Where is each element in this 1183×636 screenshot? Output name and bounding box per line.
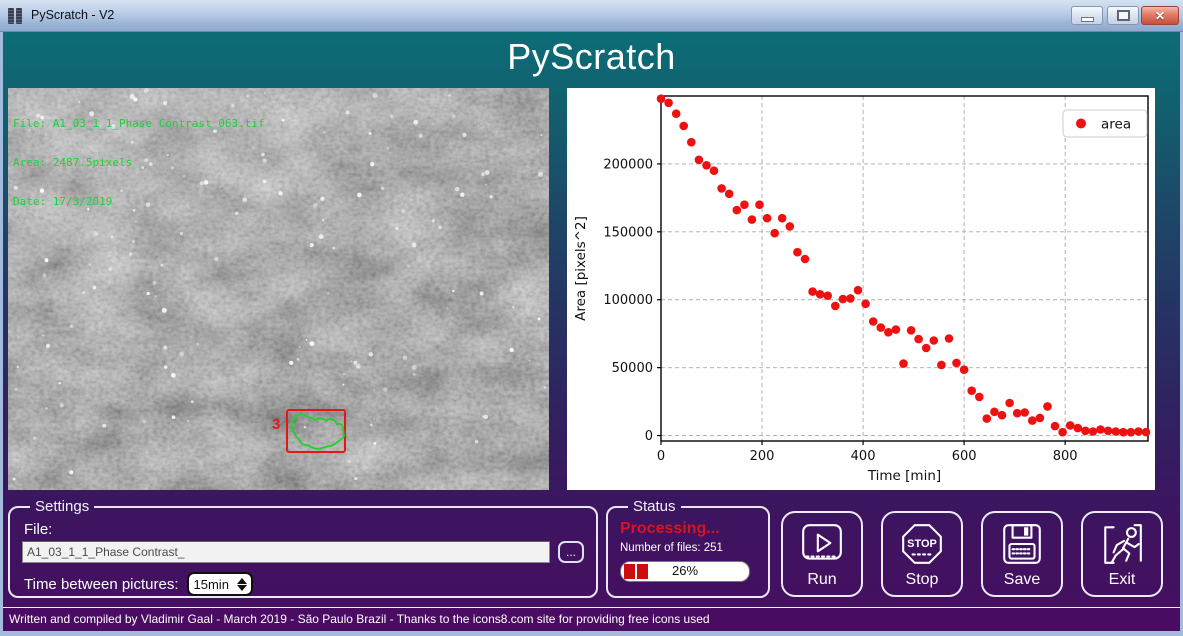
stop-label: Stop — [906, 571, 939, 589]
close-icon: ✕ — [1155, 9, 1165, 23]
running-exit-icon — [1099, 521, 1145, 567]
interval-value: 15min — [189, 577, 236, 592]
svg-text:50000: 50000 — [612, 361, 653, 376]
save-label: Save — [1004, 571, 1040, 589]
interval-label: Time between pictures: — [24, 576, 179, 593]
file-input[interactable] — [22, 541, 550, 563]
settings-legend: Settings — [30, 498, 94, 515]
minimize-button[interactable] — [1071, 6, 1103, 25]
svg-text:800: 800 — [1053, 449, 1078, 464]
minimize-icon — [1081, 17, 1094, 22]
page-title: PyScratch — [0, 36, 1183, 78]
status-group: Status Processing... Number of files: 25… — [606, 498, 770, 598]
settings-group: Settings File: ... Time between pictures… — [8, 498, 598, 598]
title-bar[interactable]: PyScratch - V2 ✕ — [0, 0, 1183, 32]
stop-button[interactable]: STOP Stop — [881, 511, 963, 597]
spin-up-icon[interactable] — [237, 578, 247, 584]
detection-id-label: 3 — [272, 416, 280, 433]
save-button[interactable]: Save — [981, 511, 1063, 597]
floppy-disk-icon — [999, 521, 1045, 567]
exit-label: Exit — [1109, 571, 1136, 589]
run-label: Run — [807, 571, 836, 589]
file-count-text: Number of files: 251 — [620, 542, 756, 554]
image-overlay-text: File: A1_03_1_1_Phase Contrast_063.tif A… — [13, 91, 265, 234]
status-legend: Status — [628, 498, 681, 515]
close-button[interactable]: ✕ — [1141, 6, 1179, 25]
svg-text:area: area — [1101, 117, 1131, 133]
processing-status-text: Processing... — [620, 520, 756, 538]
overlay-area-line: Area: 2487.5pixels — [13, 156, 265, 169]
progress-bar: 26% — [620, 561, 750, 582]
svg-text:150000: 150000 — [603, 225, 653, 240]
maximize-button[interactable] — [1107, 6, 1139, 25]
area-scatter-chart: 0 200 400 600 800 0 50000 100000 150000 200000 Tim… — [567, 88, 1155, 490]
app-icon — [8, 8, 25, 24]
run-button[interactable]: Run — [781, 511, 863, 597]
window-border-bottom — [0, 631, 1183, 636]
app-window: PyScratch - V2 ✕ PyScratch — [0, 0, 1183, 636]
microscopy-image-panel: 3 File: A1_03_1_1_Phase Contrast_063.tif… — [8, 88, 549, 490]
svg-text:600: 600 — [952, 449, 977, 464]
overlay-file-line: File: A1_03_1_1_Phase Contrast_063.tif — [13, 117, 265, 130]
spin-down-icon[interactable] — [237, 585, 247, 591]
svg-text:200: 200 — [750, 449, 775, 464]
svg-text:100000: 100000 — [603, 293, 653, 308]
browse-button[interactable]: ... — [558, 541, 584, 563]
svg-text:200000: 200000 — [603, 157, 653, 172]
svg-text:STOP: STOP — [907, 538, 937, 550]
svg-text:Time [min]: Time [min] — [867, 468, 941, 484]
window-title: PyScratch - V2 — [31, 8, 114, 22]
svg-text:0: 0 — [645, 429, 653, 444]
window-border-left — [0, 31, 3, 636]
spinner-arrows-icon[interactable] — [236, 578, 248, 591]
area-chart-panel: 0 200 400 600 800 0 50000 100000 150000 200000 Tim… — [567, 88, 1155, 490]
stop-sign-icon: STOP — [899, 521, 945, 567]
overlay-date-line: Date: 17/3/2019 — [13, 195, 265, 208]
play-icon — [799, 521, 845, 567]
svg-text:Area [pixels^2]: Area [pixels^2] — [573, 216, 589, 321]
maximize-icon — [1117, 10, 1130, 21]
svg-text:0: 0 — [657, 449, 665, 464]
svg-text:400: 400 — [851, 449, 876, 464]
file-label: File: — [24, 521, 584, 538]
progress-percent-label: 26% — [621, 563, 749, 578]
footer-credits: Written and compiled by Vladimir Gaal - … — [3, 608, 1180, 631]
exit-button[interactable]: Exit — [1081, 511, 1163, 597]
interval-spinner[interactable]: 15min — [187, 572, 253, 596]
